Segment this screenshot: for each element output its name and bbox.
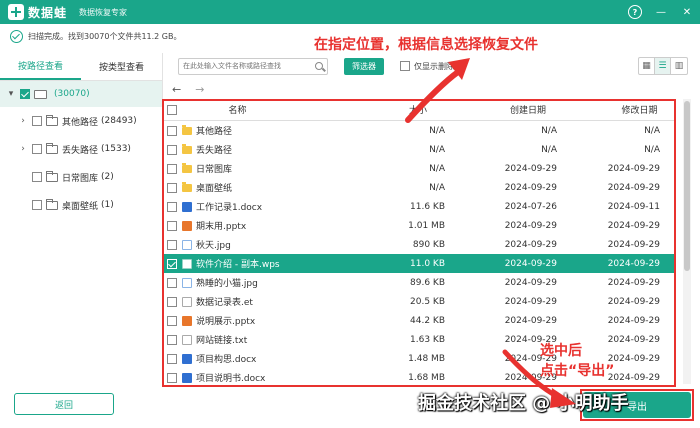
search-icon[interactable] [315,61,323,70]
scan-status: 扫描完成。找到30070个文件共11.2 GB。 [10,28,182,44]
folder-icon [46,170,58,182]
annotation-top: 在指定位置，根据信息选择恢复文件 [314,37,538,53]
folder-icon [46,198,58,210]
chevron-down-icon[interactable]: ▾ [6,89,16,99]
filter-button[interactable]: 筛选器 [344,57,384,75]
chevron-right-icon[interactable]: › [18,144,28,154]
detail-view-icon[interactable]: ▥ [671,58,687,74]
search-box[interactable] [178,57,328,75]
close-icon[interactable]: ✕ [680,5,694,19]
tree-item-count: (1) [101,200,114,210]
tree-item-checkbox[interactable] [32,172,42,182]
back-arrow-icon[interactable]: ← [172,83,181,96]
chevron-right-icon[interactable]: › [18,116,28,126]
view-mode-switch: ▦ ☰ ▥ [638,57,688,75]
app-logo: 数据蛙 [8,4,67,21]
toolbar: 筛选器 仅显示删除项 ▦ ☰ ▥ [170,55,694,77]
deleted-only-checkbox[interactable] [400,61,410,71]
folder-icon [46,142,58,154]
watermark: 掘金技术社区 @ 小明助手 [418,393,629,414]
scan-status-text: 扫描完成。找到30070个文件共11.2 GB。 [28,31,182,41]
tree-item-label: 丢失路径 [62,145,99,156]
tree-item[interactable]: 日常图库 (2) [0,163,162,191]
deleted-only-toggle[interactable]: 仅显示删除项 [396,61,462,72]
tree-item-checkbox[interactable] [32,144,42,154]
title-bar: 数据蛙 数据恢复专家 ? — ✕ [0,0,700,24]
annotation-bottom-line1: 选中后 [540,343,582,359]
tree-root-checkbox[interactable] [20,89,30,99]
window-controls: ? — ✕ [628,0,694,24]
tree-item-count: (2) [101,172,114,182]
tree-item-checkbox[interactable] [32,200,42,210]
forward-arrow-icon[interactable]: → [195,83,204,96]
app-subtitle: 数据恢复专家 [79,7,128,17]
nav-arrows: ← → [172,80,204,98]
tree-item[interactable]: › 丢失路径 (1533) [0,135,162,163]
grid-view-icon[interactable]: ▦ [639,58,655,74]
search-input[interactable] [179,58,327,74]
sidebar: 按路径查看 按类型查看 ▾ (30070) › 其他路径 (28493) › 丢失路径(… [0,53,163,383]
tree-item[interactable]: › 其他路径 (28493) [0,107,162,135]
list-view-icon[interactable]: ☰ [655,58,671,74]
tree-root-count: (30070) [54,89,90,99]
tree-root-drive[interactable]: ▾ (30070) [0,81,162,107]
tree-item-label: 桌面壁纸 [62,201,99,212]
tree-item-label: 其他路径 [62,117,99,128]
drive-icon [34,89,47,99]
annotation-table-highlight [162,99,676,387]
minimize-icon[interactable]: — [654,5,668,19]
tab-by-type[interactable]: 按类型查看 [81,53,162,80]
scrollbar[interactable] [683,99,691,384]
back-button[interactable]: 返回 [14,393,114,415]
scrollbar-thumb[interactable] [684,101,690,271]
tree-item-label: 日常图库 [62,173,99,184]
plus-icon [8,4,24,20]
app-name: 数据蛙 [28,5,68,20]
deleted-only-label: 仅显示删除项 [414,61,462,71]
annotation-bottom-line2: 点击“导出” [540,363,615,379]
tree-item[interactable]: 桌面壁纸 (1) [0,191,162,219]
tree-item-count: (1533) [101,144,131,154]
tab-by-path[interactable]: 按路径查看 [0,53,81,80]
tree-item-checkbox[interactable] [32,116,42,126]
tree-item-count: (28493) [101,116,137,126]
folder-icon [46,114,58,126]
sidebar-tabs: 按路径查看 按类型查看 [0,53,162,81]
check-circle-icon [10,29,23,43]
help-icon[interactable]: ? [628,5,642,19]
